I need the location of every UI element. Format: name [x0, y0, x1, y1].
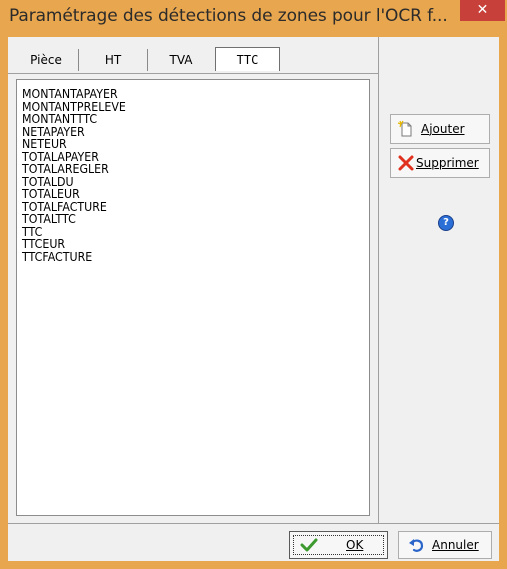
tab-ht[interactable]: HT	[79, 49, 148, 71]
close-icon: ✕	[476, 2, 489, 18]
green-check-icon	[300, 536, 318, 554]
cancel-button[interactable]: Annuler	[398, 531, 492, 559]
close-button[interactable]: ✕	[460, 0, 505, 21]
add-button-label: Ajouter	[421, 122, 465, 136]
list-item[interactable]: TTC	[22, 225, 341, 239]
delete-button[interactable]: Supprimer	[390, 148, 490, 178]
new-document-icon	[397, 120, 415, 138]
ok-button-label: OK	[346, 538, 364, 552]
ok-button[interactable]: OK	[289, 531, 388, 559]
cancel-button-label: Annuler	[432, 538, 479, 552]
red-x-icon	[397, 154, 415, 172]
zone-panel: Pièce HT TVA TTC MONTANTAPAYER MONTANTPR…	[8, 37, 379, 523]
button-bar: OK Annuler	[8, 523, 499, 561]
add-button[interactable]: Ajouter	[390, 114, 490, 144]
action-panel: Ajouter Supprimer ?	[379, 37, 499, 523]
dialog-client-area: Pièce HT TVA TTC MONTANTAPAYER MONTANTPR…	[8, 37, 499, 561]
undo-arrow-icon	[407, 536, 425, 554]
dialog-window: Paramétrage des détections de zones pour…	[0, 0, 507, 569]
tab-divider	[8, 73, 378, 74]
delete-button-label: Supprimer	[416, 156, 479, 170]
list-item[interactable]: TOTALTTC	[22, 213, 341, 226]
title-bar[interactable]: Paramétrage des détections de zones pour…	[0, 0, 507, 37]
tab-strip: Pièce HT TVA TTC	[8, 47, 378, 73]
keyword-listbox[interactable]: MONTANTAPAYER MONTANTPRELEVE MONTANTTTC …	[16, 79, 370, 516]
list-item[interactable]: TTCFACTURE	[22, 250, 341, 264]
window-title: Paramétrage des détections de zones pour…	[9, 6, 448, 26]
help-icon[interactable]: ?	[438, 215, 454, 231]
list-item[interactable]: NETAPAYER	[22, 125, 341, 139]
tab-tva[interactable]: TVA	[148, 49, 214, 71]
tab-ttc[interactable]: TTC	[215, 47, 280, 71]
tab-piece[interactable]: Pièce	[14, 49, 79, 71]
